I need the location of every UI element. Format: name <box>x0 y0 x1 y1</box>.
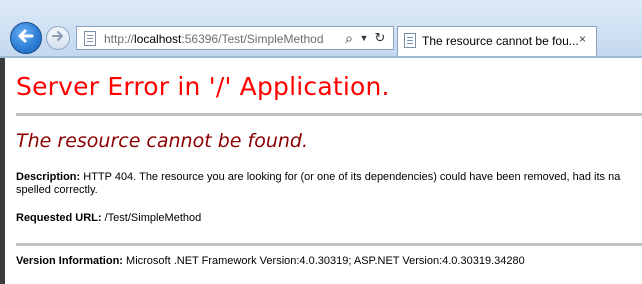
requested-url-label: Requested URL: <box>16 212 102 224</box>
address-bar[interactable]: http://localhost:56396/Test/SimpleMethod… <box>76 26 394 50</box>
version-value: Microsoft .NET Framework Version:4.0.303… <box>126 255 525 267</box>
description-line2: spelled correctly. <box>16 184 98 197</box>
dropdown-icon[interactable]: ▼ <box>359 28 369 48</box>
page-content: Server Error in '/' Application. The res… <box>0 58 642 284</box>
version-info: Version Information: Microsoft .NET Fram… <box>16 255 525 268</box>
search-icon[interactable]: ⌕ <box>341 28 357 48</box>
title-divider <box>16 113 642 116</box>
forward-button[interactable] <box>46 26 70 50</box>
browser-toolbar: http://localhost:56396/Test/SimpleMethod… <box>0 0 642 58</box>
back-arrow-icon <box>17 27 35 50</box>
tab-active[interactable]: The resource cannot be fou... × <box>397 26 597 57</box>
page-icon <box>84 31 96 46</box>
description-label: Description: <box>16 171 81 183</box>
url-path: :56396/Test/SimpleMethod <box>181 32 324 46</box>
page-title: Server Error in '/' Application. <box>16 72 390 101</box>
browser-window: http://localhost:56396/Test/SimpleMethod… <box>0 0 642 284</box>
description-text-2: spelled correctly. <box>16 184 98 196</box>
refresh-icon[interactable]: ↻ <box>372 28 388 48</box>
error-subtitle: The resource cannot be found. <box>16 130 309 152</box>
version-label: Version Information: <box>16 255 123 267</box>
url-prefix: http:// <box>104 32 135 46</box>
address-url[interactable]: http://localhost:56396/Test/SimpleMethod <box>104 32 324 46</box>
url-host: localhost <box>134 32 182 46</box>
back-button[interactable] <box>10 22 42 54</box>
version-divider <box>16 243 642 246</box>
tab-close-button[interactable]: × <box>579 32 586 46</box>
requested-url: Requested URL: /Test/SimpleMethod <box>16 212 201 225</box>
forward-arrow-icon <box>51 29 65 48</box>
description-line1: Description: HTTP 404. The resource you … <box>16 171 620 184</box>
requested-url-value: /Test/SimpleMethod <box>104 212 202 224</box>
tab-title: The resource cannot be fou... <box>422 34 579 48</box>
tab-page-icon <box>404 33 416 48</box>
description-text-1: HTTP 404. The resource you are looking f… <box>83 171 621 183</box>
